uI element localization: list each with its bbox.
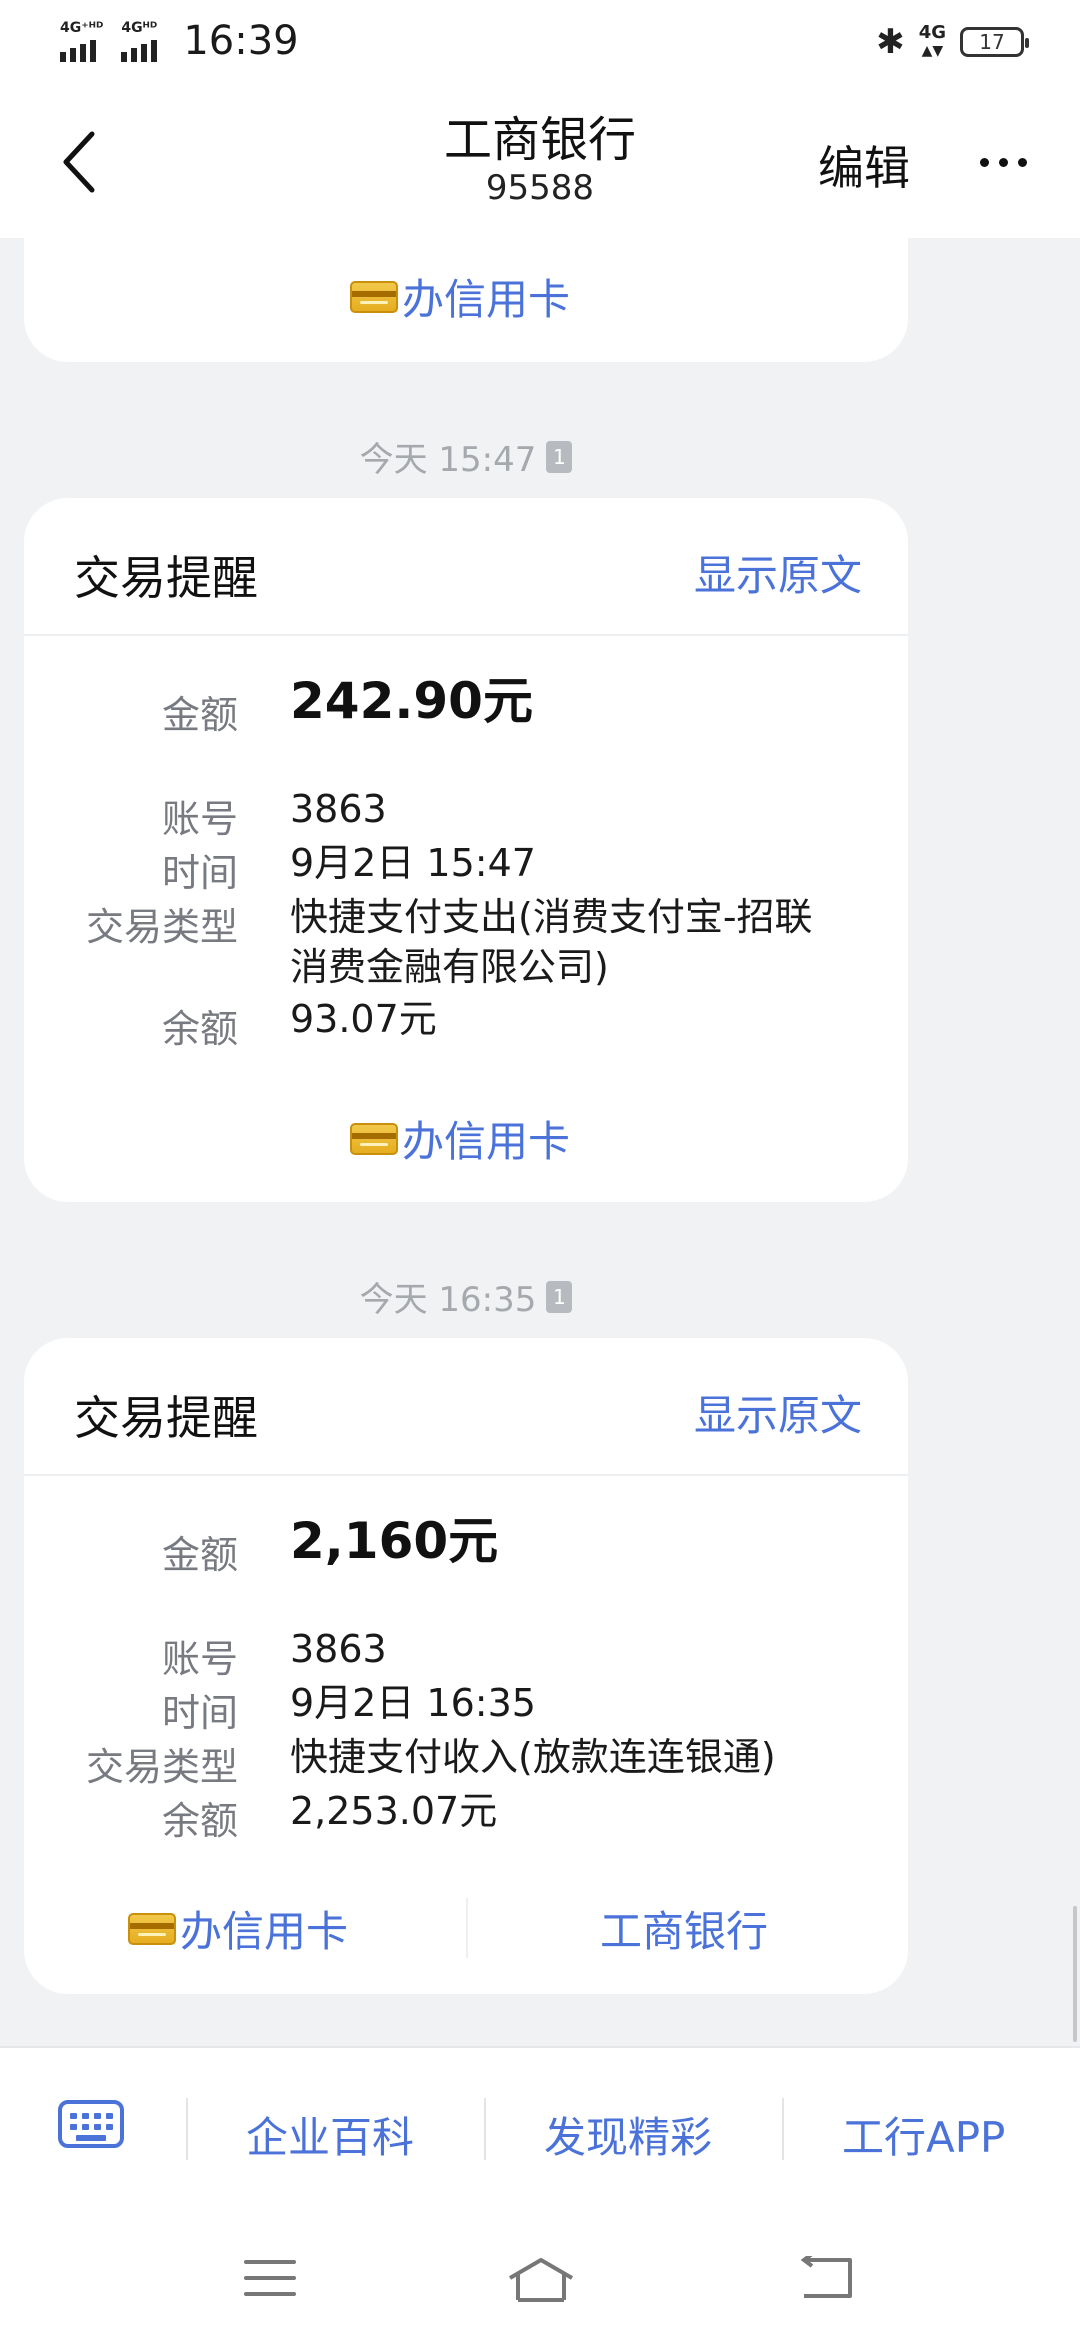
network-indicator: 4G ▲▼ [919, 24, 946, 60]
network-label: 4G [918, 22, 946, 43]
edit-button[interactable]: 编辑 [818, 132, 910, 198]
account-label: 账号 [161, 797, 238, 841]
amount-label: 金额 [161, 1533, 238, 1577]
account-value: 3863 [290, 787, 387, 831]
message-card-transaction: 交易提醒 显示原文 金额 2,160元 账号 3863 时间 9月2日 16:3… [24, 1338, 908, 1994]
home-icon[interactable] [506, 2256, 576, 2304]
menu-icbc-app[interactable]: 工行APP [842, 2104, 1005, 2165]
bluetooth-icon: ✱ [876, 22, 905, 62]
sim1-icon: 1 [546, 1280, 573, 1313]
status-bar: 4G⁺ᴴᴰ 4Gᴴᴰ 16:39 ✱ 4G ▲▼ 17 [0, 0, 1080, 86]
time-value: 9月2日 15:47 [290, 841, 536, 885]
menu-separator [186, 2098, 188, 2160]
balance-label: 余额 [161, 1007, 238, 1051]
apply-credit-card-link[interactable]: 办信用卡 [350, 1108, 570, 1169]
battery-icon: 17 [960, 27, 1029, 57]
card-title: 交易提醒 [74, 1391, 258, 1445]
credit-card-icon [128, 1912, 176, 1945]
type-label: 交易类型 [85, 1745, 238, 1789]
apply-credit-card-link[interactable]: 办信用卡 [350, 266, 570, 327]
card-title: 交易提醒 [74, 551, 258, 605]
apply-credit-card-label: 办信用卡 [402, 1117, 571, 1166]
page-title: 工商银行 [443, 112, 636, 168]
card-header: 交易提醒 显示原文 [24, 498, 908, 636]
action-divider [466, 1898, 468, 1958]
more-options-icon[interactable] [980, 158, 1027, 167]
recent-apps-icon[interactable] [244, 2260, 296, 2308]
message-timestamp: 今天 16:35 1 [0, 1272, 932, 1321]
menu-separator [484, 2098, 486, 2160]
signal-bars-icon [121, 36, 158, 62]
menu-enterprise-encyclopedia[interactable]: 企业百科 [246, 2104, 414, 2165]
icbc-link-label: 工商银行 [600, 1907, 769, 1956]
type-value: 快捷支付支出(消费支付宝-招联消费金融有限公司) [290, 895, 813, 989]
battery-level: 17 [979, 30, 1005, 54]
apply-credit-card-label: 办信用卡 [402, 275, 571, 324]
status-time: 16:39 [183, 18, 299, 64]
amount-label: 金额 [161, 693, 238, 737]
system-nav-bar [0, 2210, 1080, 2340]
type-value: 快捷支付收入(放款连连银通) [290, 1735, 776, 1779]
time-label: 时间 [161, 851, 238, 895]
credit-card-icon [350, 1122, 398, 1155]
header-title-block: 工商银行 95588 [0, 112, 1080, 208]
bottom-menu-bar: 企业百科 发现精彩 工行APP [0, 2046, 1080, 2212]
sim1-icon: 1 [546, 440, 573, 473]
menu-separator [782, 2098, 784, 2160]
type-label: 交易类型 [85, 905, 238, 949]
back-nav-icon[interactable] [798, 2256, 854, 2300]
menu-discover[interactable]: 发现精彩 [544, 2104, 712, 2165]
timestamp-text: 今天 16:35 [359, 1280, 537, 1320]
chat-header: 工商银行 95588 编辑 [0, 86, 1080, 238]
signal-sim1-label: 4G⁺ᴴᴰ [60, 20, 104, 36]
time-label: 时间 [161, 1691, 238, 1735]
balance-value: 2,253.07元 [290, 1789, 498, 1833]
show-original-button[interactable]: 显示原文 [694, 542, 862, 603]
data-arrows-icon: ▲▼ [921, 43, 944, 59]
time-value: 9月2日 16:35 [290, 1681, 536, 1725]
balance-value: 93.07元 [290, 997, 437, 1041]
apply-credit-card-link[interactable]: 办信用卡 [128, 1898, 348, 1959]
message-card-previous: 办信用卡 [24, 238, 908, 362]
keyboard-icon[interactable] [58, 2100, 124, 2148]
signal-sim2: 4Gᴴᴰ [121, 20, 158, 62]
timestamp-text: 今天 15:47 [359, 440, 537, 480]
message-timestamp: 今天 15:47 1 [0, 432, 932, 481]
icbc-link[interactable]: 工商银行 [600, 1898, 768, 1959]
card-header: 交易提醒 显示原文 [24, 1338, 908, 1476]
account-label: 账号 [161, 1637, 238, 1681]
show-original-button[interactable]: 显示原文 [694, 1382, 862, 1443]
amount-value: 242.90元 [290, 672, 533, 730]
amount-value: 2,160元 [290, 1512, 499, 1570]
signal-bars-icon [60, 36, 96, 62]
balance-label: 余额 [161, 1799, 238, 1843]
sender-number: 95588 [485, 168, 595, 208]
account-value: 3863 [290, 1627, 387, 1671]
apply-credit-card-label: 办信用卡 [180, 1907, 349, 1956]
scrollbar-thumb[interactable] [1073, 1906, 1077, 2042]
credit-card-icon [350, 280, 398, 313]
signal-sim2-label: 4Gᴴᴰ [121, 20, 158, 36]
signal-sim1: 4G⁺ᴴᴰ [60, 20, 103, 62]
message-card-transaction: 交易提醒 显示原文 金额 242.90元 账号 3863 时间 9月2日 15:… [24, 498, 908, 1202]
